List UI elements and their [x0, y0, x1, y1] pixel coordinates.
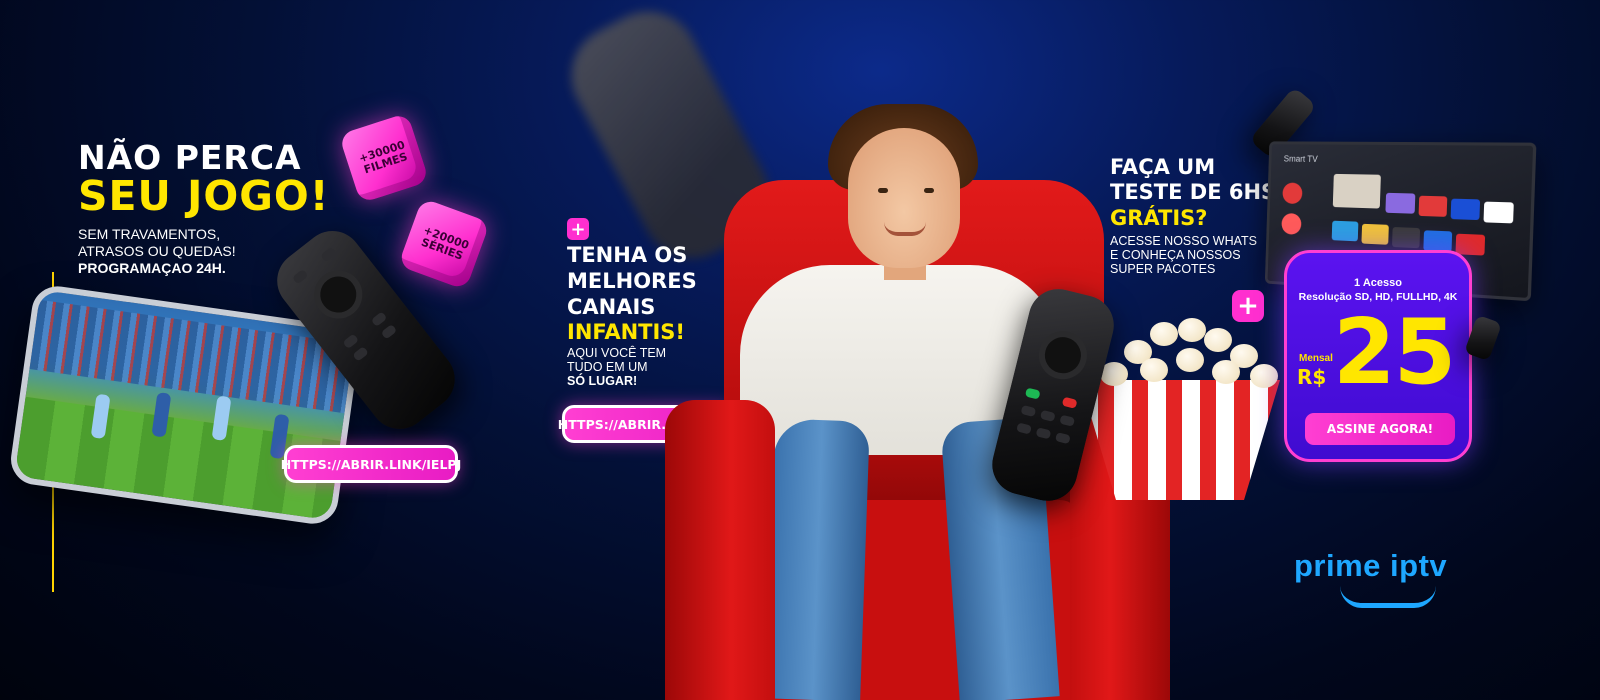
popcorn-kernel — [1140, 358, 1168, 382]
remote-button — [320, 246, 337, 263]
remote-button — [1024, 387, 1041, 400]
tv-app-tile — [1282, 182, 1303, 205]
popcorn-kernel — [1204, 328, 1232, 352]
left-sub-line1: SEM TRAVAMENTOS, — [78, 226, 221, 242]
middle-plus-icon: + — [567, 218, 589, 240]
right-sub-line2: E CONHEÇA NOSSOS — [1110, 248, 1241, 262]
middle-title-line4: INFANTIS! — [567, 320, 685, 344]
left-link-button[interactable]: HTTPS://ABRIR.LINK/IELPJ — [281, 445, 461, 483]
tv-app-tile — [1331, 220, 1359, 242]
remote-button — [370, 311, 388, 327]
remote-button — [1039, 409, 1056, 422]
kid-leg-left — [765, 418, 870, 700]
remote-button — [1061, 396, 1078, 409]
price-card: 1 Acesso Resolução SD, HD, FULLHD, 4K Me… — [1284, 250, 1472, 462]
popcorn-kernel — [1250, 364, 1278, 388]
popcorn-kernel — [1178, 318, 1206, 342]
right-title-line3: GRÁTIS? — [1110, 206, 1208, 230]
middle-sub-line1: AQUI VOCÊ TEM — [567, 346, 667, 360]
popcorn-kernel — [1212, 360, 1240, 384]
popcorn-kernel — [1176, 348, 1204, 372]
series-count-badge: +20000 SÉRIES — [397, 197, 491, 291]
left-sub-line3: PROGRAMAÇAO 24H. — [78, 260, 226, 276]
tv-app-tile — [1361, 223, 1389, 245]
remote-dpad — [1033, 326, 1093, 385]
right-sub-line1: ACESSE NOSSO WHATS — [1110, 234, 1258, 248]
middle-sub-line2: TUDO EM UM — [567, 360, 648, 374]
price-card-access: 1 Acesso — [1354, 277, 1402, 289]
tv-app-tile — [1455, 233, 1486, 256]
remote-button — [1020, 404, 1037, 418]
kid-eye — [924, 188, 934, 193]
prime-iptv-logo: prime iptv — [1294, 548, 1448, 583]
remote-button — [342, 333, 360, 350]
remote-button — [352, 346, 369, 362]
tv-app-tile — [1483, 201, 1514, 224]
tv-app-tile — [1450, 198, 1481, 221]
remote-button — [1059, 414, 1076, 427]
price-card-period: Mensal — [1299, 353, 1333, 364]
remote-button — [1035, 427, 1052, 440]
left-sub-line2: ATRASOS OU QUEDAS! — [78, 243, 236, 259]
price-card-amount: 25 — [1333, 300, 1456, 405]
right-title-line1: FAÇA UM — [1110, 155, 1216, 179]
middle-title-line1: TENHA OS — [567, 243, 688, 267]
middle-sub-line3: SÓ LUGAR! — [567, 374, 638, 388]
remote-button — [1054, 432, 1071, 445]
tv-app-tile — [1391, 226, 1421, 249]
kid-eye — [878, 188, 888, 193]
popcorn-kernel — [1150, 322, 1178, 346]
remote-button — [380, 323, 398, 340]
headline-line2: SEU JOGO! — [78, 172, 330, 220]
middle-title-line2: MELHORES — [567, 269, 697, 293]
remote-dpad — [304, 260, 372, 329]
middle-title-line3: CANAIS — [567, 295, 656, 319]
right-sub-line3: SUPER PACOTES — [1110, 262, 1216, 276]
price-card-currency: R$ — [1297, 365, 1327, 389]
remote-button — [291, 268, 309, 285]
tv-app-tile — [1385, 192, 1416, 214]
movies-count-badge: +30000 FILMES — [338, 112, 430, 204]
red-armchair-left-arm — [665, 400, 775, 700]
right-title-line2: TESTE DE 6HS — [1110, 180, 1277, 204]
tv-app-tile — [1281, 213, 1302, 235]
tv-label: Smart TV — [1283, 153, 1318, 164]
subscribe-now-button[interactable]: ASSINE AGORA! — [1305, 413, 1455, 445]
right-plus-icon: + — [1232, 290, 1264, 322]
kid-face — [848, 128, 960, 268]
tv-app-tile — [1418, 195, 1448, 217]
remote-button — [1016, 422, 1032, 435]
logo-smile-arrow-icon — [1340, 586, 1436, 608]
tv-app-tile — [1423, 230, 1453, 252]
tv-app-tile — [1332, 173, 1381, 209]
